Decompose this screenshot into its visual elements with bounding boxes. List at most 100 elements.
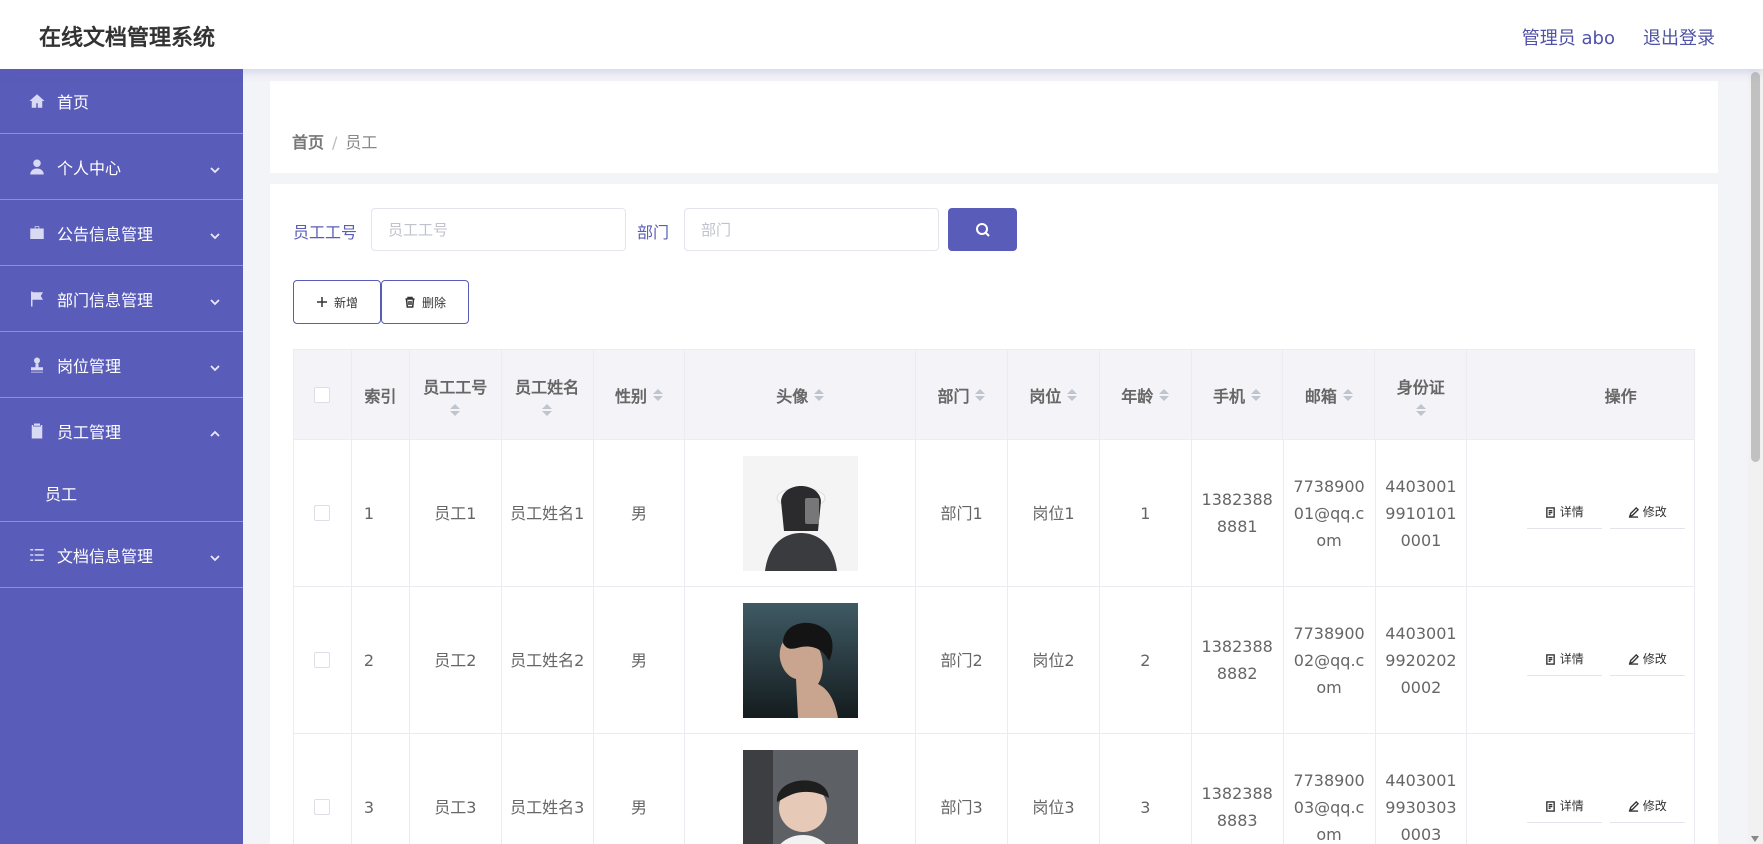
sidebar-item-department-management[interactable]: 部门信息管理	[0, 266, 243, 332]
cell-emp-no: 员工2	[410, 587, 502, 733]
sidebar-item-notice-management[interactable]: 公告信息管理	[0, 200, 243, 266]
edit-button[interactable]: 修改	[1609, 644, 1685, 676]
cell-id-card: 440300199303030003	[1376, 734, 1468, 844]
header-age[interactable]: 年龄	[1100, 350, 1192, 439]
sidebar-item-label: 员工管理	[57, 423, 122, 442]
sort-icon[interactable]	[814, 388, 825, 401]
header-user-area: 管理员 abo 退出登录	[1522, 24, 1715, 50]
row-checkbox[interactable]	[314, 799, 331, 815]
cell-name: 员工姓名1	[502, 440, 594, 586]
content-card: 员工工号 部门 新增 删除 索引 员工工号 员工姓名 性别 头像 部门 岗位	[270, 184, 1718, 844]
chevron-down-icon	[209, 549, 221, 561]
page-scrollbar[interactable]	[1748, 69, 1763, 844]
cell-phone: 13823888883	[1192, 734, 1284, 844]
dept-input[interactable]	[684, 208, 939, 251]
sidebar-item-home[interactable]: 首页	[0, 69, 243, 134]
sort-icon[interactable]	[975, 388, 986, 401]
header-dept[interactable]: 部门	[916, 350, 1008, 439]
avatar	[742, 455, 858, 571]
header-post[interactable]: 岗位	[1008, 350, 1100, 439]
edit-button-label: 修改	[1642, 505, 1667, 519]
document-icon	[1545, 507, 1555, 518]
sort-icon[interactable]	[1415, 403, 1426, 416]
select-all-checkbox[interactable]	[314, 386, 331, 403]
search-button[interactable]	[948, 208, 1017, 251]
detail-button-label: 详情	[1559, 652, 1584, 666]
app-title: 在线文档管理系统	[39, 26, 216, 51]
add-button[interactable]: 新增	[293, 280, 381, 324]
cell-email: 773890002@qq.com	[1284, 587, 1376, 733]
cell-post: 岗位1	[1008, 440, 1100, 586]
cell-emp-no: 员工3	[410, 734, 502, 844]
logout-link[interactable]: 退出登录	[1643, 24, 1715, 50]
cell-operations: 详情 修改	[1467, 440, 1694, 586]
sidebar-item-document-management[interactable]: 文档信息管理	[0, 522, 243, 588]
delete-button[interactable]: 删除	[381, 280, 469, 324]
current-user-label[interactable]: 管理员 abo	[1522, 24, 1615, 50]
sidebar-item-personal-center[interactable]: 个人中心	[0, 134, 243, 200]
header-gender[interactable]: 性别	[594, 350, 686, 439]
sidebar-item-label: 部门信息管理	[57, 290, 154, 310]
cell-avatar	[685, 587, 917, 733]
cell-age: 2	[1100, 587, 1192, 733]
cell-post: 岗位3	[1008, 734, 1100, 844]
header-id-card[interactable]: 身份证	[1375, 350, 1468, 439]
header-phone[interactable]: 手机	[1192, 350, 1284, 439]
cell-id-card: 440300199101010001	[1376, 440, 1468, 586]
breadcrumb-home[interactable]: 首页	[292, 133, 324, 152]
header-label: 性别	[614, 386, 647, 406]
header-emp-no[interactable]: 员工工号	[410, 350, 502, 439]
edit-icon	[1628, 654, 1639, 665]
flag-icon	[27, 289, 47, 309]
sidebar: 首页 个人中心 公告信息管理 部门信息管理 岗位管理 员工管理 员工 文档信息管…	[0, 69, 243, 844]
sidebar-item-label: 首页	[57, 93, 90, 112]
emp-no-input[interactable]	[371, 208, 626, 251]
header-operations: 操作	[1467, 350, 1694, 439]
header-avatar[interactable]: 头像	[685, 350, 917, 439]
chevron-down-icon	[209, 359, 221, 371]
sort-icon[interactable]	[542, 403, 553, 416]
cell-id-card: 440300199202020002	[1376, 587, 1468, 733]
sort-icon[interactable]	[1067, 388, 1078, 401]
sort-icon[interactable]	[1251, 388, 1262, 401]
detail-button[interactable]: 详情	[1526, 497, 1602, 529]
scrollbar-thumb[interactable]	[1751, 72, 1760, 462]
sort-icon[interactable]	[1342, 388, 1353, 401]
row-checkbox[interactable]	[314, 505, 331, 521]
row-select	[294, 440, 352, 586]
cell-age: 1	[1100, 440, 1192, 586]
cell-index: 1	[352, 440, 410, 586]
stamp-icon	[27, 355, 47, 375]
sidebar-item-label: 公告信息管理	[57, 224, 154, 244]
cell-index: 3	[352, 734, 410, 844]
cell-operations: 详情 修改	[1467, 734, 1694, 844]
sort-icon[interactable]	[652, 388, 663, 401]
edit-icon	[1628, 801, 1639, 812]
sidebar-subitem-employee[interactable]: 员工	[0, 464, 243, 522]
edit-button[interactable]: 修改	[1609, 791, 1685, 823]
cell-dept: 部门1	[916, 440, 1008, 586]
header-label: 身份证	[1396, 377, 1445, 397]
sort-icon[interactable]	[1159, 388, 1170, 401]
sidebar-item-employee-management[interactable]: 员工管理	[0, 398, 243, 464]
cell-avatar	[685, 734, 917, 844]
detail-button[interactable]: 详情	[1526, 791, 1602, 823]
sidebar-item-post-management[interactable]: 岗位管理	[0, 332, 243, 398]
briefcase-icon	[27, 223, 47, 243]
clipboard-icon	[27, 421, 47, 441]
sidebar-item-label: 文档信息管理	[57, 546, 154, 566]
detail-button[interactable]: 详情	[1526, 644, 1602, 676]
avatar	[742, 749, 858, 844]
row-checkbox[interactable]	[314, 652, 331, 668]
breadcrumb-current: 员工	[345, 133, 378, 152]
detail-button-label: 详情	[1559, 799, 1584, 813]
sort-icon[interactable]	[450, 403, 461, 416]
breadcrumb-card: 首页 / 员工	[270, 81, 1718, 173]
header-name[interactable]: 员工姓名	[502, 350, 594, 439]
trash-icon	[405, 296, 415, 308]
header-email[interactable]: 邮箱	[1283, 350, 1376, 439]
scroll-down-arrow-icon[interactable]	[1751, 836, 1759, 842]
cell-dept: 部门2	[916, 587, 1008, 733]
cell-email: 773890003@qq.com	[1284, 734, 1376, 844]
edit-button[interactable]: 修改	[1609, 497, 1685, 529]
